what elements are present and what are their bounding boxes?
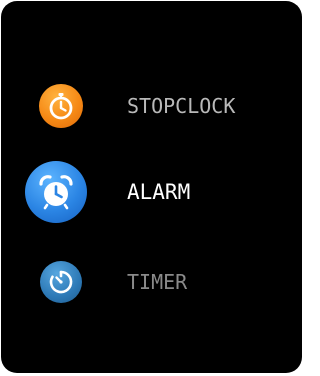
alarm-clock-icon bbox=[25, 161, 87, 223]
menu-item-stopclock[interactable]: STOPCLOCK bbox=[1, 83, 302, 129]
menu-item-timer[interactable]: TIMER bbox=[1, 259, 302, 305]
menu-item-label: ALARM bbox=[127, 180, 191, 204]
menu-item-label: STOPCLOCK bbox=[127, 94, 236, 118]
stopwatch-icon bbox=[39, 84, 83, 128]
menu-item-label: TIMER bbox=[127, 270, 188, 294]
watch-screen: STOPCLOCK ALARM TIMER bbox=[1, 1, 302, 373]
timer-icon bbox=[40, 261, 82, 303]
menu-item-alarm[interactable]: ALARM bbox=[1, 159, 302, 225]
